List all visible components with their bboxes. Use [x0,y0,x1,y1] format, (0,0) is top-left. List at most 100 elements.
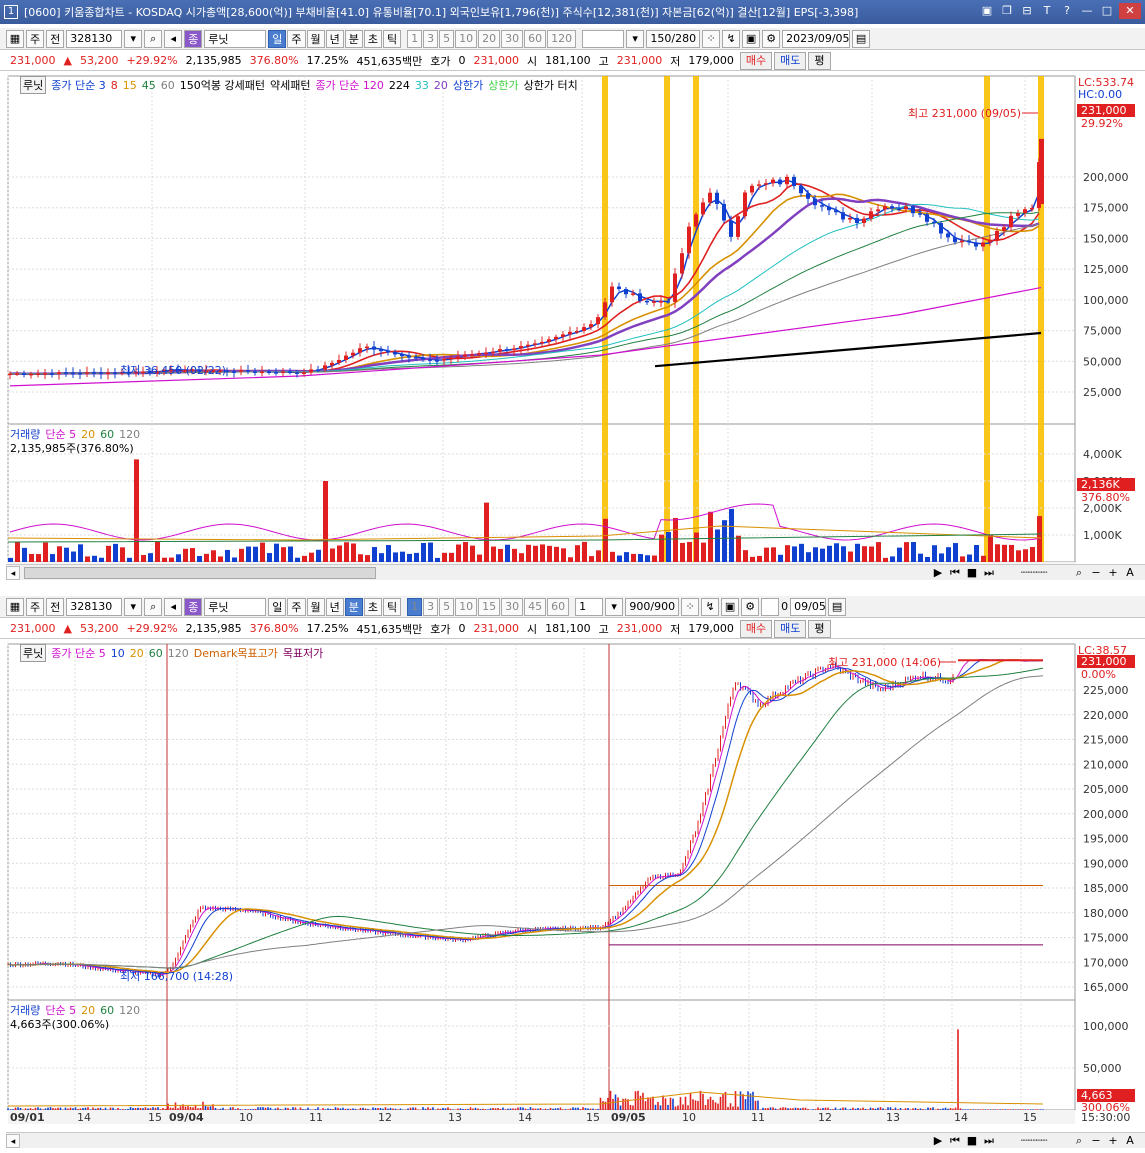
bar-count-field[interactable]: 150/280 [646,29,701,48]
volume-legend-item[interactable]: 20 [81,428,95,441]
interval-30[interactable]: 30 [501,29,524,48]
period-tab-5[interactable]: 초 [363,29,382,48]
settings-gear-icon[interactable]: ⚙ [762,29,781,48]
save-icon[interactable]: ▣ [742,29,761,48]
daily-chart-canvas[interactable]: 200,000 175,000 150,000 125,000 100,000 75,00… [0,72,1145,574]
top-scrollbar[interactable]: ◂ ▶ ⏮ ■ ⏭ ┈┈┈┈ ⌕ − + A [6,564,1145,580]
text-tool-icon[interactable]: A [1123,1134,1137,1148]
minute-chart-canvas[interactable]: 225,000 220,000 215,000 210,000 205,000 200,0… [0,640,1145,1136]
interval-20[interactable]: 20 [478,29,501,48]
first-icon[interactable]: ⏮ [948,566,962,580]
window-control-0[interactable]: ▣ [979,3,995,19]
interval-5[interactable]: 5 [439,597,455,616]
grid-icon[interactable]: ⁘ [681,597,700,616]
minus-icon[interactable]: − [1089,1134,1103,1148]
compare-icon[interactable]: ↯ [701,597,720,616]
interval-1[interactable]: 1 [407,597,423,616]
zoom-slider-icon[interactable]: ┈┈┈┈ [999,566,1069,580]
interval-60[interactable]: 60 [524,29,547,48]
save-icon[interactable]: ▣ [721,597,740,616]
interval-1[interactable]: 1 [407,29,423,48]
stock-name-field[interactable]: 루닛 [204,597,267,616]
period-tab-2[interactable]: 월 [306,29,325,48]
period-tab-2[interactable]: 월 [306,597,325,616]
window-control-3[interactable]: T [1039,3,1055,19]
interval-input[interactable]: 1 [575,597,604,616]
legend-item[interactable]: 종가 단순 3 [51,77,105,93]
period-tab-6[interactable]: 틱 [383,597,402,616]
interval-120[interactable]: 120 [547,29,577,48]
zoom-slider-icon[interactable]: ┈┈┈┈ [999,1134,1069,1148]
window-control-6[interactable]: □ [1099,3,1115,19]
legend-item[interactable]: 약세패턴 [270,77,310,93]
legend-item[interactable]: 33 [415,79,429,92]
interval-3[interactable]: 3 [423,597,439,616]
legend-item[interactable]: 종가 단순 5 [51,645,105,661]
minus-icon[interactable]: − [1089,566,1103,580]
period-tab-0[interactable]: 일 [268,29,287,48]
chart-type-icon[interactable]: ▦ [6,597,24,616]
chart-type-icon[interactable]: ▦ [6,29,24,48]
interval-10[interactable]: 10 [455,597,478,616]
stop-icon[interactable]: ■ [965,566,979,580]
search-icon[interactable]: ⌕ [144,597,163,616]
code-dropdown-icon[interactable]: ▾ [124,29,143,48]
period-tab-4[interactable]: 분 [344,597,363,616]
window-control-7[interactable]: ✕ [1119,3,1141,19]
date-input[interactable]: 09/05 [790,597,827,616]
magnify-icon[interactable]: ⌕ [1072,1134,1086,1148]
last-icon[interactable]: ⏭ [982,1134,996,1148]
grid-icon[interactable]: ⁘ [702,29,721,48]
stop-icon[interactable]: ■ [965,1134,979,1148]
play-icon[interactable]: ▶ [931,1134,945,1148]
plus-icon[interactable]: + [1106,1134,1120,1148]
buy-button[interactable]: 매수 [739,51,773,70]
compare-icon[interactable]: ↯ [722,29,741,48]
legend-item[interactable]: 60 [161,79,175,92]
period-tab-5[interactable]: 초 [363,597,382,616]
interval-input[interactable] [582,29,625,48]
period-tab-1[interactable]: 주 [287,597,306,616]
period-tab-3[interactable]: 년 [325,29,344,48]
sell-button[interactable]: 매도 [774,51,807,70]
avg-button[interactable]: 평 [808,619,831,638]
plus-icon[interactable]: + [1106,566,1120,580]
sound-icon[interactable]: ◂ [164,29,183,48]
legend-item[interactable]: Demark목표고가 [194,645,278,661]
volume-legend-item[interactable]: 60 [100,428,114,441]
legend-item[interactable]: 120 [168,647,189,660]
code-dropdown-icon[interactable]: ▾ [124,597,143,616]
calendar-icon[interactable]: ▤ [828,597,847,616]
window-control-4[interactable]: ? [1059,3,1075,19]
stock-code-input[interactable]: 328130 [66,29,123,48]
interval-10[interactable]: 10 [455,29,478,48]
interval-dropdown-icon[interactable]: ▾ [605,597,624,616]
prev-button[interactable]: 전 [46,29,65,48]
legend-item[interactable]: 20 [130,647,144,660]
legend-item[interactable]: 상한가 터치 [524,77,578,93]
period-tab-4[interactable]: 분 [344,29,363,48]
legend-stock-name[interactable]: 루닛 [20,76,47,94]
window-control-2[interactable]: ⊟ [1019,3,1035,19]
legend-item[interactable]: 상한가 [453,77,483,93]
legend-item[interactable]: 45 [142,79,156,92]
legend-item[interactable]: 10 [111,647,125,660]
market-select[interactable]: 주 [26,597,45,616]
settings-gear-icon[interactable]: ⚙ [741,597,760,616]
buy-button[interactable]: 매수 [739,619,773,638]
prev-button[interactable]: 전 [46,597,65,616]
stock-code-input[interactable]: 328130 [66,597,123,616]
volume-legend-item[interactable]: 120 [119,1004,140,1017]
interval-3[interactable]: 3 [423,29,439,48]
first-icon[interactable]: ⏮ [948,1134,962,1148]
market-select[interactable]: 주 [26,29,45,48]
window-control-1[interactable]: ❐ [999,3,1015,19]
period-tab-0[interactable]: 일 [268,597,287,616]
volume-legend-item[interactable]: 120 [119,428,140,441]
legend-item[interactable]: 상한가 [488,77,518,93]
legend-item[interactable]: 15 [123,79,137,92]
calendar-icon[interactable]: ▤ [852,29,871,48]
legend-item[interactable]: 60 [149,647,163,660]
legend-item[interactable]: 20 [434,79,448,92]
interval-15[interactable]: 15 [478,597,501,616]
